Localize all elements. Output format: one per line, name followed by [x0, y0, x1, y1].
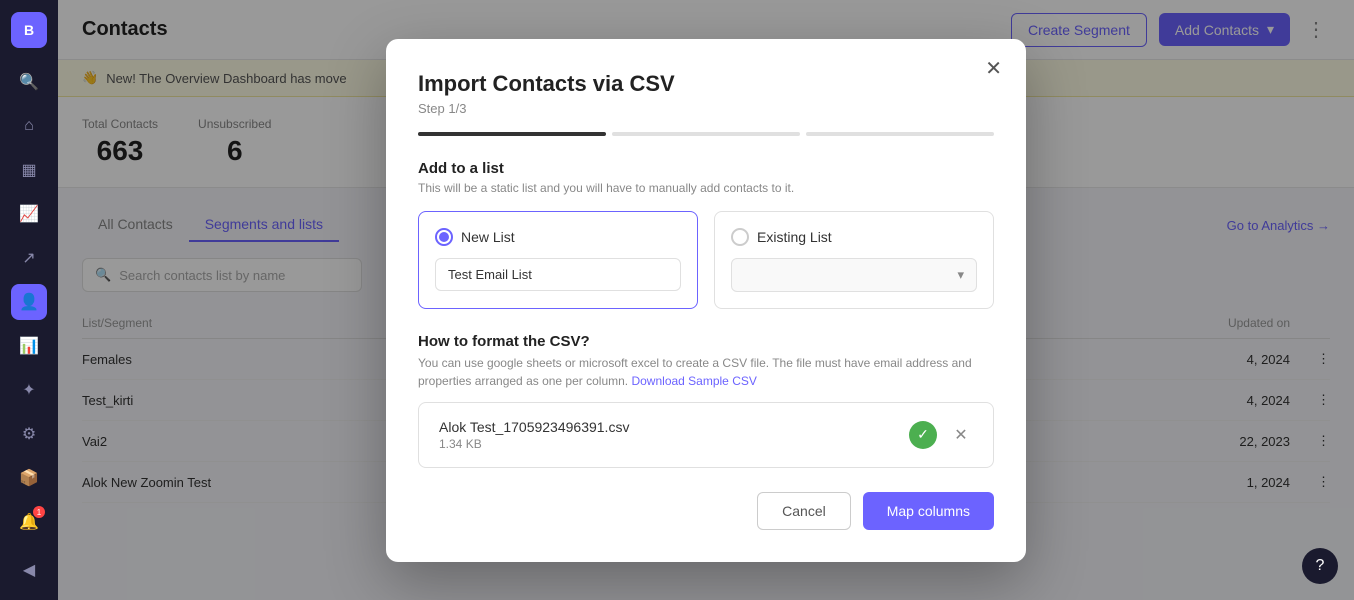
new-list-label: New List — [461, 229, 515, 245]
file-check-icon: ✓ — [909, 421, 937, 449]
help-button[interactable]: ? — [1302, 548, 1338, 584]
sidebar-item-collapse[interactable]: ◀ — [11, 552, 47, 588]
progress-bar — [418, 132, 994, 136]
existing-list-label: Existing List — [757, 229, 832, 245]
sidebar-item-share[interactable]: ↗ — [11, 240, 47, 276]
sidebar-item-bell[interactable]: 🔔 1 — [11, 504, 47, 540]
sidebar-logo: B — [11, 12, 47, 48]
existing-list-header: Existing List — [731, 228, 977, 246]
existing-list-radio[interactable] — [731, 228, 749, 246]
sidebar-item-analytics[interactable]: 📊 — [11, 328, 47, 364]
sidebar-item-home[interactable]: ⌂ — [11, 108, 47, 144]
radio-inner — [439, 232, 449, 242]
csv-section-desc: You can use google sheets or microsoft e… — [418, 354, 994, 390]
sidebar-item-grid[interactable]: ▦ — [11, 152, 47, 188]
sidebar-item-chart[interactable]: 📈 — [11, 196, 47, 232]
file-size: 1.34 KB — [439, 437, 897, 451]
file-remove-button[interactable]: ✕ — [949, 423, 973, 447]
main-content: Contacts Create Segment Add Contacts ▾ ⋮… — [58, 0, 1354, 600]
new-list-header: New List — [435, 228, 681, 246]
sidebar-item-magic[interactable]: ✦ — [11, 372, 47, 408]
sidebar-item-contacts[interactable]: 👤 — [11, 284, 47, 320]
sidebar: B 🔍 ⌂ ▦ 📈 ↗ 👤 📊 ✦ ⚙ 📦 🔔 1 ◀ — [0, 0, 58, 600]
download-csv-link[interactable]: Download Sample CSV — [631, 374, 756, 388]
new-list-input[interactable] — [435, 258, 681, 291]
chevron-down-icon: ▾ — [957, 267, 964, 283]
modal-title: Import Contacts via CSV — [418, 71, 994, 97]
add-to-list-desc: This will be a static list and you will … — [418, 181, 994, 195]
existing-list-select[interactable]: ▾ — [731, 258, 977, 292]
modal-step: Step 1/3 — [418, 101, 994, 116]
existing-list-option[interactable]: Existing List ▾ — [714, 211, 994, 309]
new-list-radio[interactable] — [435, 228, 453, 246]
notification-badge: 1 — [33, 506, 45, 518]
modal-close-button[interactable]: ✕ — [985, 59, 1002, 79]
sidebar-item-settings[interactable]: ⚙ — [11, 416, 47, 452]
file-info: Alok Test_1705923496391.csv 1.34 KB — [439, 419, 897, 451]
map-columns-button[interactable]: Map columns — [863, 492, 994, 530]
progress-step-2 — [612, 132, 800, 136]
csv-section-title: How to format the CSV? — [418, 333, 994, 350]
modal-footer: Cancel Map columns — [418, 492, 994, 530]
file-upload-box: Alok Test_1705923496391.csv 1.34 KB ✓ ✕ — [418, 402, 994, 468]
file-name: Alok Test_1705923496391.csv — [439, 419, 897, 435]
progress-step-3 — [806, 132, 994, 136]
cancel-button[interactable]: Cancel — [757, 492, 851, 530]
list-options: New List Existing List ▾ — [418, 211, 994, 309]
add-to-list-title: Add to a list — [418, 160, 994, 177]
new-list-option[interactable]: New List — [418, 211, 698, 309]
progress-step-1 — [418, 132, 606, 136]
import-modal: Import Contacts via CSV Step 1/3 ✕ Add t… — [386, 39, 1026, 562]
modal-overlay: Import Contacts via CSV Step 1/3 ✕ Add t… — [58, 0, 1354, 600]
sidebar-item-box[interactable]: 📦 — [11, 460, 47, 496]
sidebar-item-search[interactable]: 🔍 — [11, 64, 47, 100]
